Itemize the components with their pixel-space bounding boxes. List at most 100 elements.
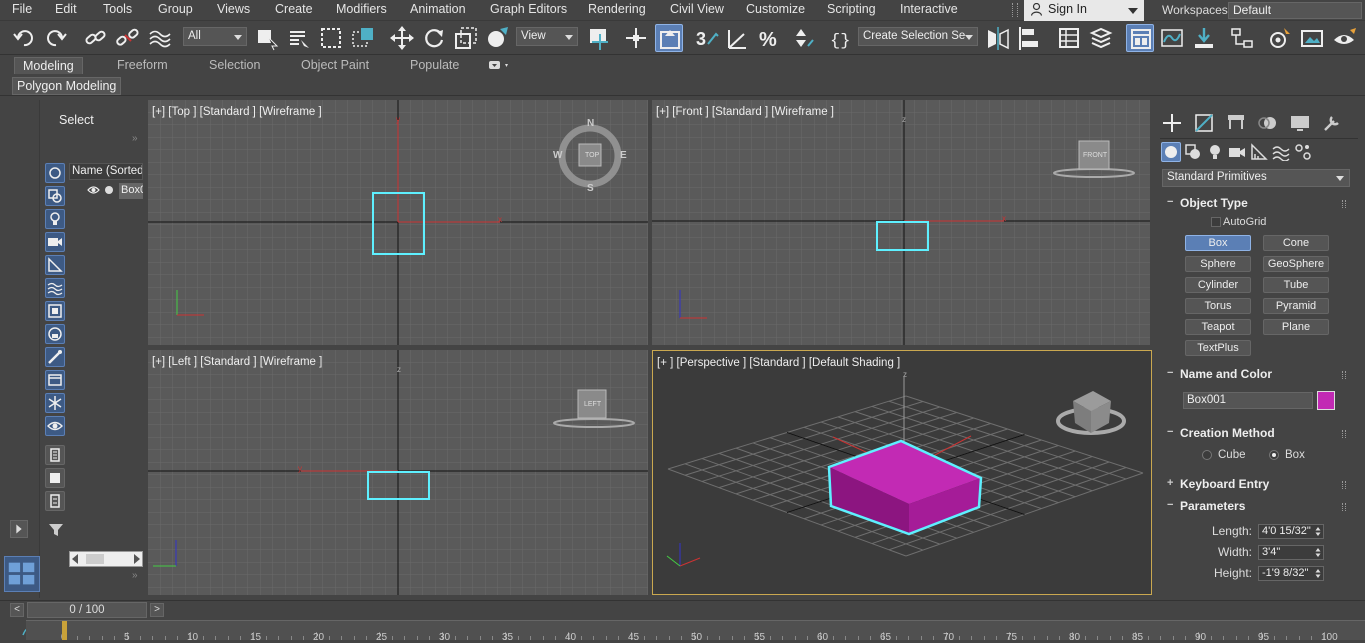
- pivot-center-icon[interactable]: [586, 24, 614, 52]
- spinner-arrows-icon[interactable]: [1315, 568, 1321, 579]
- display-tab-icon[interactable]: [1288, 111, 1314, 135]
- bind-space-warp-icon[interactable]: [146, 24, 174, 52]
- select-object-icon[interactable]: [253, 24, 281, 52]
- box-radio[interactable]: [1269, 450, 1279, 460]
- viewport-left[interactable]: [+] [Left ] [Standard ] [Wireframe ] y z…: [148, 350, 648, 595]
- rollout-name-and-color[interactable]: − Name and Color: [1162, 367, 1350, 385]
- visibility-eye-icon[interactable]: [87, 185, 100, 195]
- toggle-ribbon-icon[interactable]: [1126, 24, 1154, 52]
- select-by-name-icon[interactable]: [285, 24, 313, 52]
- menu-civil-view[interactable]: Civil View: [670, 2, 724, 16]
- horizontal-scrollbar[interactable]: [69, 551, 143, 567]
- plane-button[interactable]: Plane: [1263, 319, 1329, 335]
- torus-button[interactable]: Torus: [1185, 298, 1251, 314]
- teapot-button[interactable]: Teapot: [1185, 319, 1251, 335]
- geometry-icon[interactable]: [1161, 142, 1181, 162]
- snaps-toggle-icon[interactable]: 3: [692, 24, 720, 52]
- rendered-frame-window-icon[interactable]: [1298, 24, 1326, 52]
- spinner-arrows-icon[interactable]: [1315, 547, 1321, 558]
- rollout-parameters[interactable]: − Parameters: [1162, 499, 1350, 517]
- width-spinner[interactable]: 3'4": [1258, 545, 1324, 560]
- cone-button[interactable]: Cone: [1263, 235, 1329, 251]
- display-helpers-icon[interactable]: [45, 255, 65, 275]
- menu-rendering[interactable]: Rendering: [588, 2, 646, 16]
- menu-views[interactable]: Views: [217, 2, 250, 16]
- object-color-swatch[interactable]: [1317, 391, 1335, 410]
- expand-icon[interactable]: »: [132, 133, 138, 144]
- menu-create[interactable]: Create: [275, 2, 313, 16]
- expand-scene-explorer-button[interactable]: [10, 520, 28, 538]
- next-frame-button[interactable]: >: [150, 603, 164, 617]
- textplus-button[interactable]: TextPlus: [1185, 340, 1251, 356]
- keyboard-shortcut-override-icon[interactable]: [655, 24, 683, 52]
- drag-handle-icon[interactable]: [1342, 481, 1346, 489]
- object-name-input[interactable]: Box001: [1183, 392, 1313, 409]
- menu-graph-editors[interactable]: Graph Editors: [490, 2, 567, 16]
- undo-icon[interactable]: [10, 24, 38, 52]
- filter-icon[interactable]: [47, 521, 65, 539]
- viewport-label[interactable]: [+] [Front ] [Standard ] [Wireframe ]: [656, 106, 834, 118]
- menu-file[interactable]: File: [12, 2, 32, 16]
- scale-icon[interactable]: [452, 24, 480, 52]
- ribbon-tab-object-paint[interactable]: Object Paint: [301, 58, 369, 72]
- redo-icon[interactable]: [42, 24, 70, 52]
- edit-named-selection-icon[interactable]: {}: [828, 24, 856, 52]
- viewport-top[interactable]: [+] [Top ] [Standard ] [Wireframe ] y x …: [148, 100, 648, 345]
- rollout-object-type[interactable]: − Object Type: [1162, 196, 1350, 214]
- link-icon[interactable]: [82, 24, 110, 52]
- timeline-ruler[interactable]: 0510152025303540455055606570758085909510…: [26, 620, 1365, 643]
- primitive-category-dropdown[interactable]: Standard Primitives: [1162, 169, 1350, 187]
- menu-scripting[interactable]: Scripting: [827, 2, 876, 16]
- viewcube-compass[interactable]: TOP N S E W: [553, 118, 627, 194]
- viewport-layout-tab-icon[interactable]: [4, 556, 40, 592]
- render-setup-icon[interactable]: [1266, 24, 1294, 52]
- scroll-right-icon[interactable]: [134, 554, 140, 564]
- hierarchy-tab-icon[interactable]: [1224, 111, 1250, 135]
- systems-icon[interactable]: [1294, 143, 1312, 161]
- rectangular-selection-icon[interactable]: [317, 24, 345, 52]
- selection-filter-dropdown[interactable]: All: [183, 27, 247, 46]
- previous-frame-button[interactable]: <: [10, 603, 24, 617]
- motion-tab-icon[interactable]: [1256, 111, 1282, 135]
- named-selection-sets-dropdown[interactable]: Create Selection Se: [858, 27, 978, 46]
- menu-edit[interactable]: Edit: [55, 2, 77, 16]
- layer-explorer-icon[interactable]: [1087, 24, 1115, 52]
- display-invert-icon[interactable]: [45, 491, 65, 511]
- scrollbar-thumb[interactable]: [86, 554, 104, 564]
- sphere-button[interactable]: Sphere: [1185, 256, 1251, 272]
- helpers-icon[interactable]: [1250, 143, 1268, 161]
- geosphere-button[interactable]: GeoSphere: [1263, 256, 1329, 272]
- move-icon[interactable]: [388, 24, 416, 52]
- utilities-tab-icon[interactable]: [1320, 111, 1346, 135]
- rollout-creation-method[interactable]: − Creation Method: [1162, 426, 1350, 444]
- ribbon-tab-modeling[interactable]: Modeling: [14, 57, 83, 74]
- cameras-icon[interactable]: [1228, 143, 1246, 161]
- modify-tab-icon[interactable]: [1192, 111, 1218, 135]
- toggle-scene-explorer-icon[interactable]: [1055, 24, 1083, 52]
- viewport-label[interactable]: [+] [Left ] [Standard ] [Wireframe ]: [152, 356, 322, 368]
- workspaces-select[interactable]: Default: [1228, 2, 1362, 19]
- viewport-label[interactable]: [+ ] [Perspective ] [Standard ] [Default…: [657, 357, 900, 369]
- ribbon-tab-selection[interactable]: Selection: [209, 58, 260, 72]
- menu-customize[interactable]: Customize: [746, 2, 805, 16]
- drag-handle-icon[interactable]: [1342, 430, 1346, 438]
- reference-coordinate-dropdown[interactable]: View: [516, 27, 578, 46]
- tube-button[interactable]: Tube: [1263, 277, 1329, 293]
- drag-handle-icon[interactable]: [1342, 503, 1346, 511]
- space-warps-icon[interactable]: [1272, 143, 1290, 162]
- menu-animation[interactable]: Animation: [410, 2, 466, 16]
- autogrid-checkbox[interactable]: [1211, 217, 1221, 227]
- display-groups-icon[interactable]: [45, 301, 65, 321]
- mirror-icon[interactable]: [984, 24, 1012, 52]
- menu-group[interactable]: Group: [158, 2, 193, 16]
- sign-in-dropdown[interactable]: Sign In: [1024, 0, 1144, 21]
- scene-list-item[interactable]: Box001: [69, 182, 143, 200]
- display-cameras-icon[interactable]: [45, 232, 65, 252]
- height-spinner[interactable]: -1'9 8/32": [1258, 566, 1324, 581]
- display-frozen-icon[interactable]: [45, 393, 65, 413]
- time-slider[interactable]: 0 / 100: [27, 602, 147, 618]
- display-containers-icon[interactable]: [45, 370, 65, 390]
- cube-radio[interactable]: [1202, 450, 1212, 460]
- viewcube[interactable]: FRONT: [1052, 136, 1136, 180]
- display-none-icon[interactable]: [45, 468, 65, 488]
